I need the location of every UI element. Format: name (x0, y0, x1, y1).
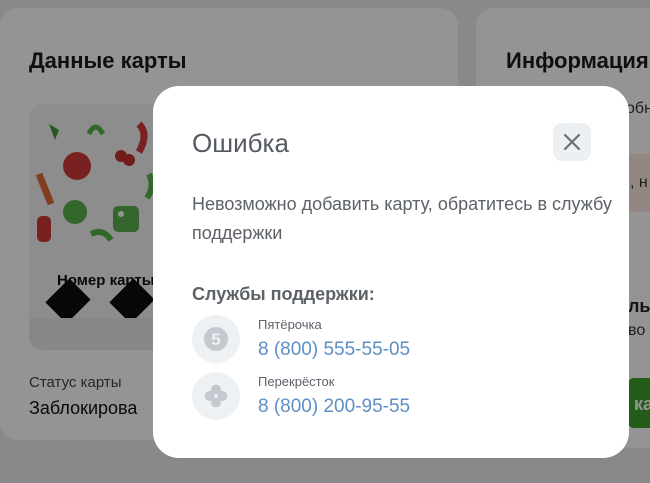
support-phone-link[interactable]: 8 (800) 200-95-55 (258, 396, 410, 418)
support-name: Перекрёсток (258, 374, 335, 389)
perekrestok-logo-icon (192, 372, 240, 420)
svg-text:5: 5 (211, 330, 220, 349)
close-icon (563, 133, 581, 151)
error-modal: Ошибка Невозможно добавить карту, обрати… (153, 86, 629, 458)
pyaterochka-logo-icon: 5 (192, 315, 240, 363)
support-item-pyaterochka: 5 Пятёрочка 8 (800) 555-55-05 (192, 315, 592, 363)
support-name: Пятёрочка (258, 317, 322, 332)
support-heading: Службы поддержки: (192, 284, 375, 304)
close-button[interactable] (553, 123, 591, 161)
modal-message: Невозможно добавить карту, обратитесь в … (192, 194, 612, 243)
support-item-perekrestok: Перекрёсток 8 (800) 200-95-55 (192, 372, 592, 420)
modal-title: Ошибка (192, 128, 289, 158)
support-phone-link[interactable]: 8 (800) 555-55-05 (258, 339, 410, 361)
